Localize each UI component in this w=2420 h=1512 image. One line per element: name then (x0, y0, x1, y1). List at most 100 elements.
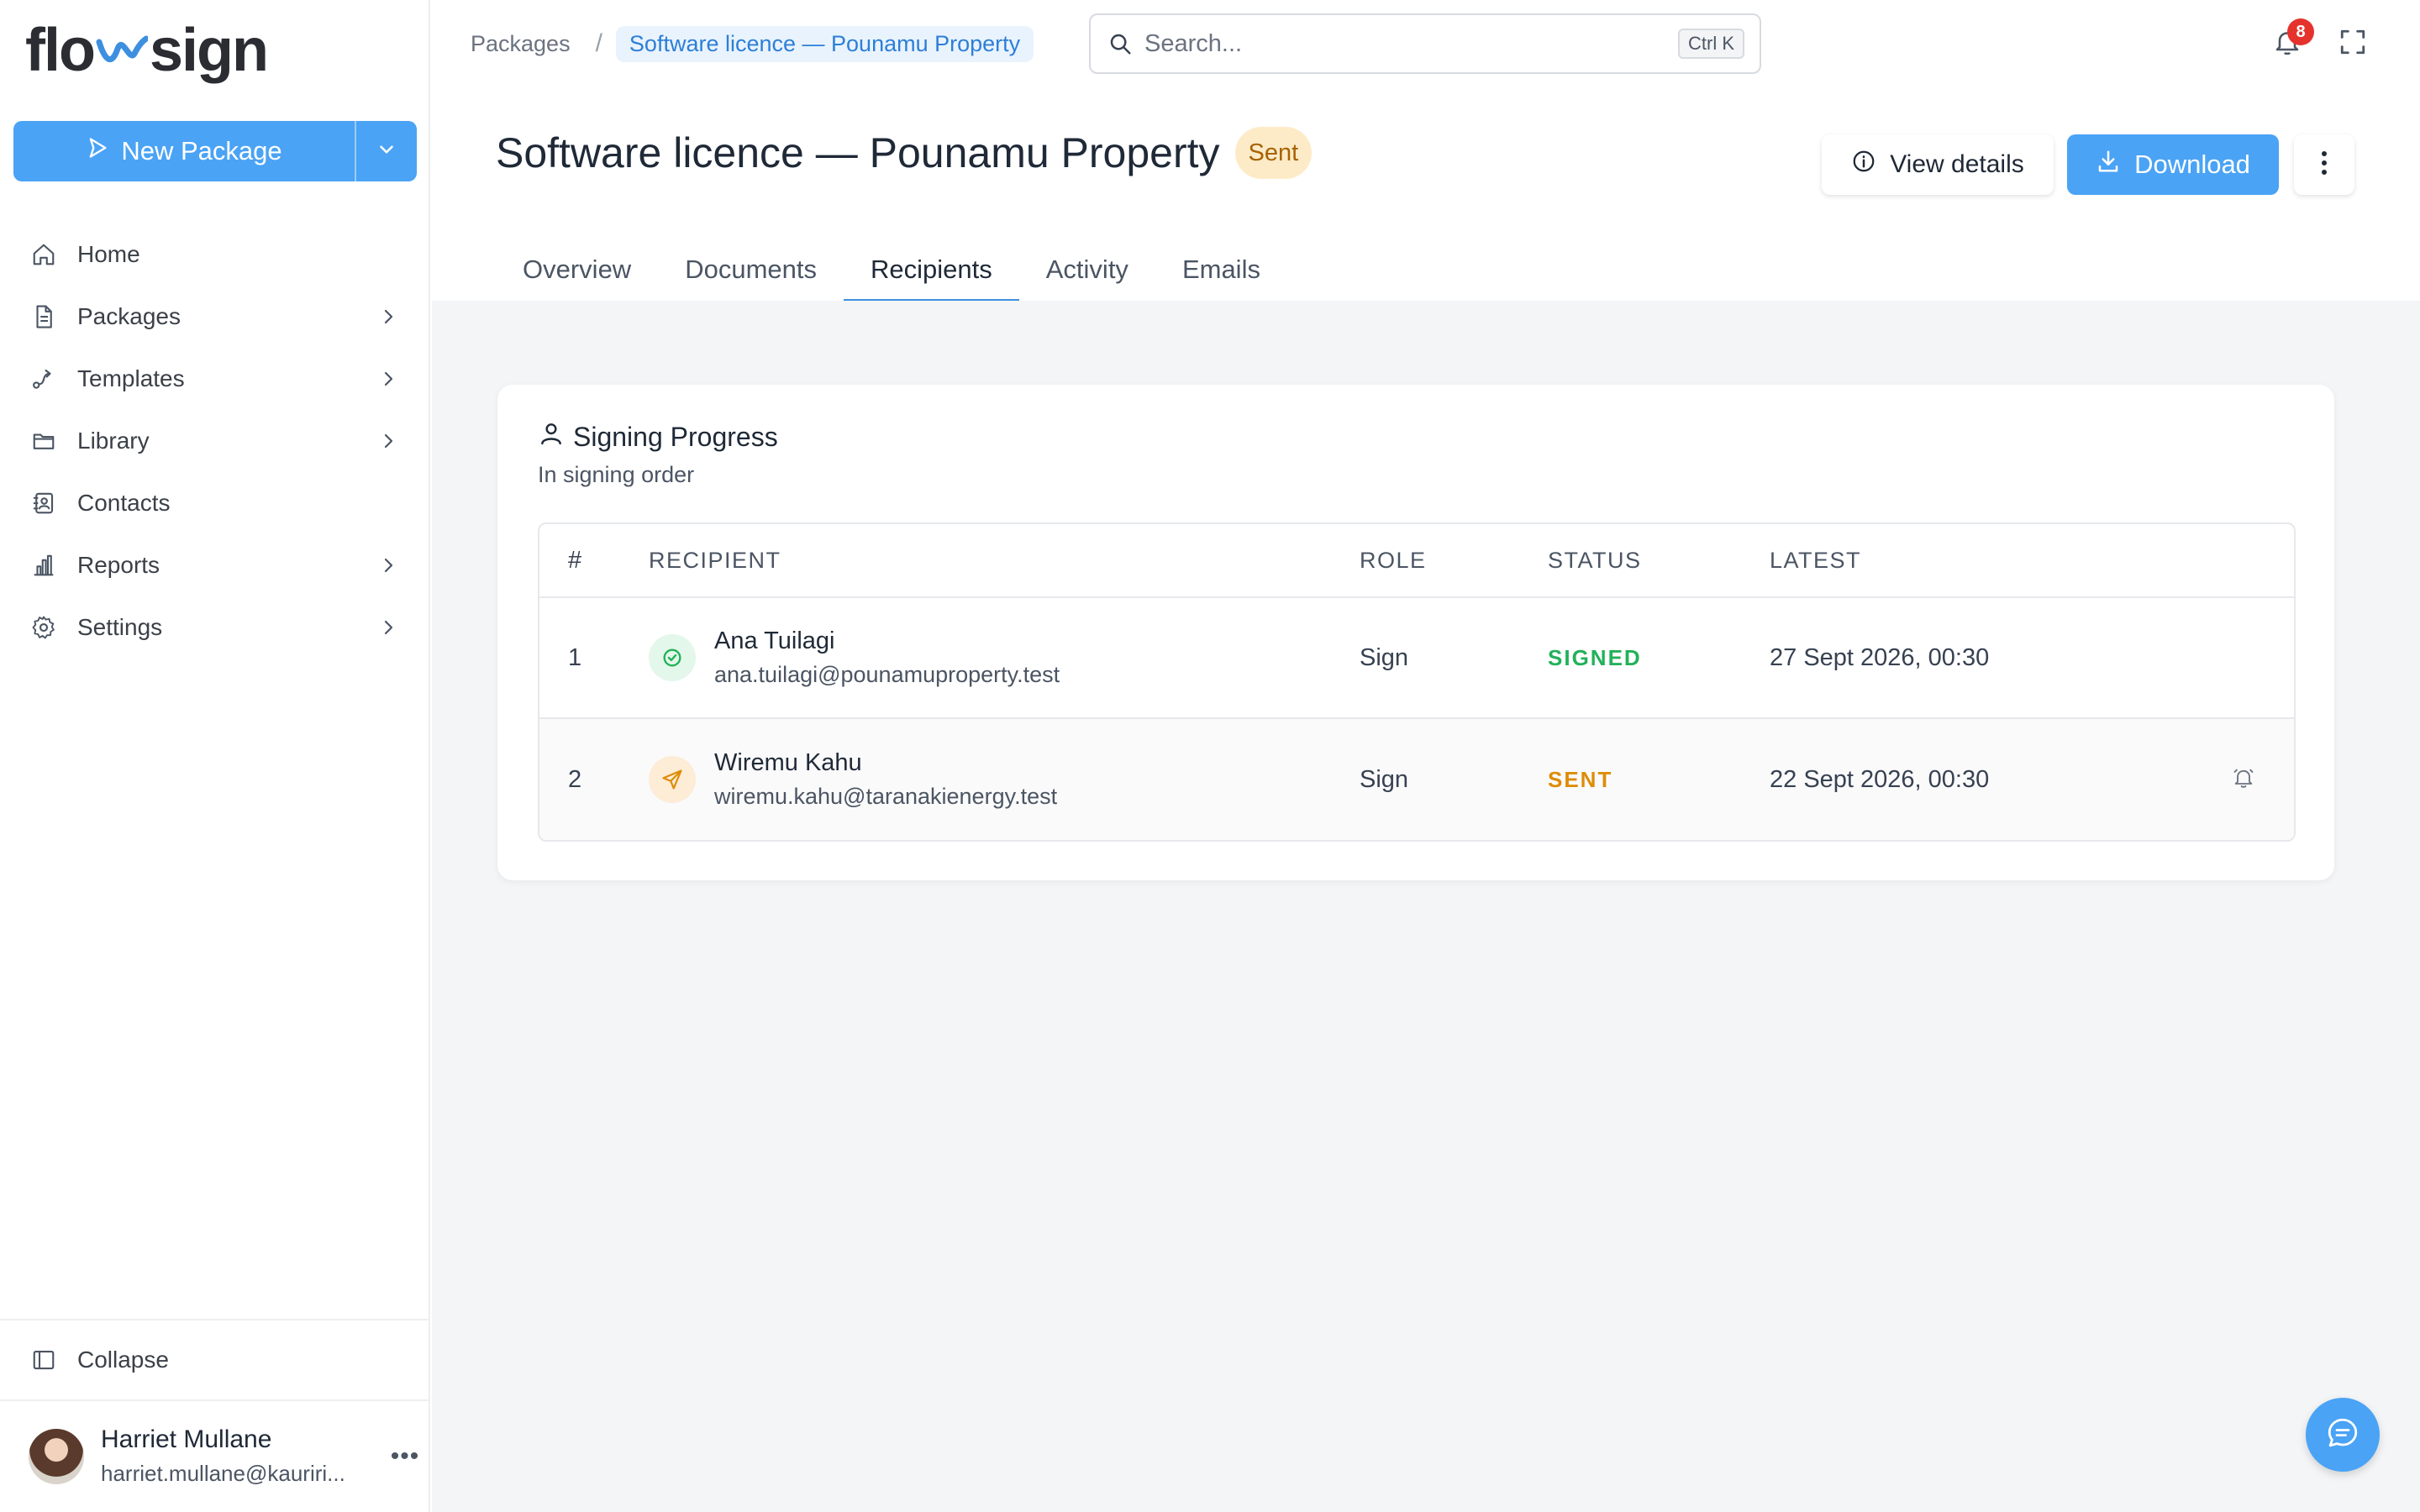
view-details-label: View details (1890, 150, 2024, 178)
logo-wave-icon (96, 34, 148, 67)
fullscreen-button[interactable] (2334, 25, 2371, 62)
info-icon (1851, 149, 1876, 181)
folder-icon (30, 428, 57, 454)
more-actions-button[interactable] (2294, 134, 2354, 195)
sidebar-item-label: Packages (77, 303, 181, 329)
row-number: 2 (568, 765, 582, 793)
notification-badge: 8 (2287, 18, 2314, 45)
page-title-row: Software licence — Pounamu Property Sent (496, 126, 1313, 180)
send-icon (86, 136, 109, 166)
search-input[interactable]: Search... (1144, 30, 1678, 58)
route-icon (30, 365, 57, 392)
recipient-role: Sign (1360, 643, 1409, 671)
sidebar-item-contacts[interactable]: Contacts (0, 472, 430, 534)
recipient-role: Sign (1360, 765, 1409, 793)
recipient-cell: Wiremu Kahu wiremu.kahu@taranakienergy.t… (649, 746, 1360, 813)
view-details-button[interactable]: View details (1822, 134, 2054, 195)
card-title-row: Signing Progress (538, 420, 778, 454)
download-label: Download (2134, 150, 2250, 179)
sidebar-item-label: Contacts (77, 490, 171, 516)
download-button[interactable]: Download (2067, 134, 2279, 195)
new-package-split-button: New Package (13, 121, 417, 181)
tab-emails[interactable]: Emails (1155, 240, 1287, 302)
search-icon (1106, 29, 1134, 58)
main-content: Signing Progress In signing order # RECI… (432, 301, 2420, 1512)
user-menu-icon[interactable]: ••• (380, 1442, 430, 1471)
breadcrumb-packages[interactable]: Packages (471, 31, 571, 57)
sidebar-item-library[interactable]: Library (0, 410, 430, 472)
user-icon (538, 420, 565, 454)
sidebar-item-home[interactable]: Home (0, 223, 430, 286)
chat-bubble-icon (2325, 1415, 2360, 1455)
notifications-button[interactable]: 8 (2269, 18, 2314, 62)
sidebar-item-label: Settings (77, 614, 163, 640)
app-logo[interactable]: flo sign (25, 15, 269, 86)
recipient-email: wiremu.kahu@taranakienergy.test (714, 784, 1058, 809)
sidebar-nav: Home Packages Templates Library Contacts… (0, 223, 430, 659)
new-package-dropdown-button[interactable] (356, 121, 417, 181)
breadcrumb-separator: / (595, 29, 602, 57)
recipient-cell: Ana Tuilagi ana.tuilagi@pounamuproperty.… (649, 624, 1360, 691)
column-header-num: # (568, 546, 583, 574)
check-circle-icon (649, 634, 696, 681)
download-icon (2096, 149, 2121, 181)
card-title: Signing Progress (573, 421, 778, 452)
new-package-label: New Package (121, 136, 282, 165)
card-subtitle: In signing order (538, 462, 695, 487)
home-icon (30, 241, 57, 268)
logo-text-right: sign (149, 17, 269, 84)
sidebar-panel-icon (30, 1347, 57, 1373)
signing-progress-card: Signing Progress In signing order # RECI… (497, 385, 2334, 880)
sidebar-item-templates[interactable]: Templates (0, 348, 430, 410)
sidebar-item-settings[interactable]: Settings (0, 596, 430, 659)
recipient-latest: 22 Sept 2026, 00:30 (1770, 765, 1990, 793)
chat-support-button[interactable] (2306, 1398, 2380, 1472)
tab-overview[interactable]: Overview (496, 240, 658, 302)
document-icon (30, 303, 57, 330)
table-header: # RECIPIENT ROLE STATUS LATEST (539, 524, 2294, 598)
send-reminder-button[interactable] (2193, 766, 2294, 794)
page-title: Software licence — Pounamu Property (496, 129, 1220, 176)
sidebar-item-label: Home (77, 241, 140, 267)
avatar (29, 1429, 84, 1484)
search-shortcut: Ctrl K (1678, 29, 1744, 59)
user-email: harriet.mullane@kauriri... (101, 1461, 345, 1486)
user-name: Harriet Mullane (101, 1425, 272, 1453)
gear-icon (30, 614, 57, 641)
sidebar: flo sign New Package Home Packages Templ… (0, 0, 430, 1512)
sidebar-item-label: Library (77, 428, 150, 454)
chevron-right-icon (376, 554, 400, 577)
tab-recipients[interactable]: Recipients (844, 240, 1019, 302)
contact-book-icon (30, 490, 57, 517)
search-box[interactable]: Search... Ctrl K (1089, 13, 1761, 74)
column-header-latest: LATEST (1770, 547, 1862, 573)
tab-activity[interactable]: Activity (1019, 240, 1155, 302)
recipient-name: Ana Tuilagi (714, 627, 835, 654)
user-profile[interactable]: Harriet Mullane harriet.mullane@kauriri.… (0, 1399, 430, 1512)
breadcrumb: Packages / Software licence — Pounamu Pr… (471, 22, 1034, 66)
logo-text-left: flo (25, 17, 96, 84)
table-row[interactable]: 2 Wiremu Kahu wiremu.kahu@taranakienergy… (539, 719, 2294, 840)
bar-chart-icon (30, 552, 57, 579)
row-number: 1 (568, 643, 582, 671)
recipient-email: ana.tuilagi@pounamuproperty.test (714, 662, 1060, 687)
bell-reminder-icon (2232, 766, 2255, 794)
chevron-right-icon (376, 305, 400, 328)
chevron-right-icon (376, 616, 400, 639)
chevron-right-icon (376, 429, 400, 453)
table-row[interactable]: 1 Ana Tuilagi ana.tuilagi@pounamupropert… (539, 598, 2294, 719)
column-header-recipient: RECIPIENT (649, 547, 781, 573)
breadcrumb-current[interactable]: Software licence — Pounamu Property (615, 25, 1034, 62)
sidebar-item-label: Templates (77, 365, 185, 391)
sidebar-item-packages[interactable]: Packages (0, 286, 430, 348)
tab-bar: Overview Documents Recipients Activity E… (496, 240, 1287, 302)
collapse-label: Collapse (77, 1347, 169, 1373)
collapse-sidebar-button[interactable]: Collapse (0, 1319, 430, 1399)
tab-documents[interactable]: Documents (658, 240, 844, 302)
new-package-button[interactable]: New Package (13, 121, 356, 181)
sidebar-item-reports[interactable]: Reports (0, 534, 430, 596)
chevron-right-icon (376, 367, 400, 391)
recipients-table: # RECIPIENT ROLE STATUS LATEST 1 Ana Tui… (538, 522, 2296, 842)
send-icon (649, 756, 696, 803)
recipient-name: Wiremu Kahu (714, 749, 862, 776)
